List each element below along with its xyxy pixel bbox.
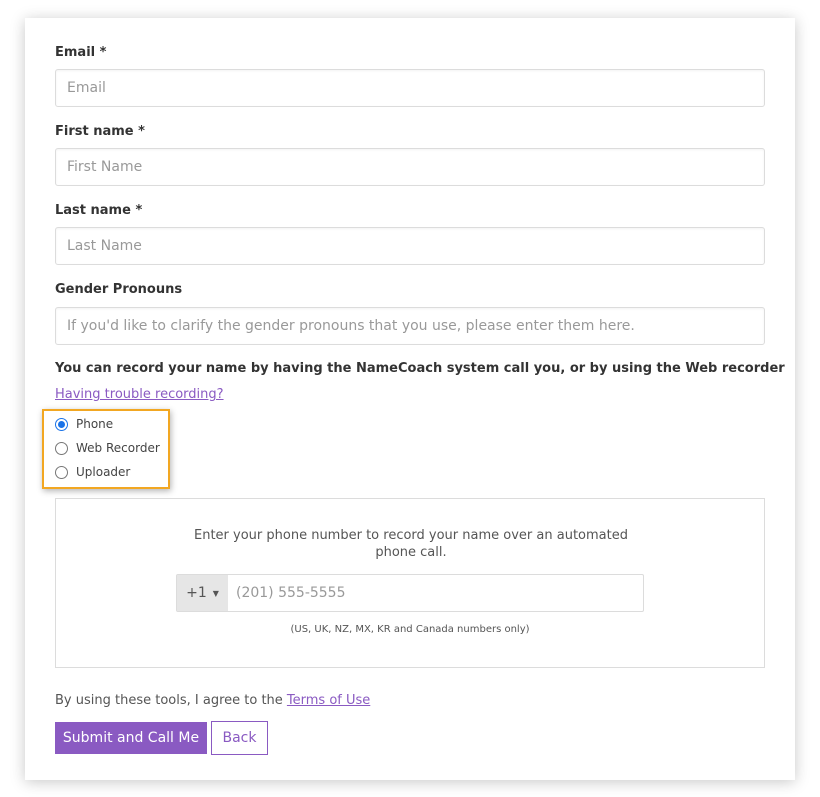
radio-unchecked-icon[interactable] (55, 465, 68, 479)
country-code-select[interactable]: +1 ▼ (177, 575, 228, 611)
back-button[interactable]: Back (211, 721, 268, 755)
record-instruction: You can record your name by having the N… (55, 361, 785, 376)
pronouns-input[interactable]: If you'd like to clarify the gender pron… (55, 307, 765, 345)
phone-panel: Enter your phone number to record your n… (55, 498, 765, 668)
agree-text: By using these tools, I agree to the (55, 693, 287, 708)
email-input[interactable]: Email (55, 69, 765, 107)
radio-uploader-label: Uploader (76, 465, 131, 479)
radio-web-recorder-label: Web Recorder (76, 441, 160, 455)
radio-uploader[interactable]: Uploader (55, 465, 130, 479)
country-code: +1 (186, 585, 207, 601)
form-card: Email * Email First name * First Name La… (25, 18, 795, 780)
phone-instruction: Enter your phone number to record your n… (194, 528, 628, 560)
terms-agreement: By using these tools, I agree to the Ter… (55, 693, 370, 708)
radio-checked-icon[interactable] (55, 417, 68, 431)
submit-and-call-button[interactable]: Submit and Call Me (55, 722, 207, 754)
radio-unchecked-icon[interactable] (55, 441, 68, 455)
pronouns-label: Gender Pronouns (55, 282, 183, 297)
trouble-link-text[interactable]: Having trouble recording? (55, 387, 224, 402)
first-name-label: First name * (55, 124, 145, 139)
last-name-label: Last name * (55, 203, 143, 218)
radio-web-recorder[interactable]: Web Recorder (55, 441, 160, 455)
trouble-link[interactable]: Having trouble recording? (55, 387, 224, 402)
phone-number-input[interactable]: (201) 555-5555 (228, 575, 643, 611)
last-name-input[interactable]: Last Name (55, 227, 765, 265)
radio-phone[interactable]: Phone (55, 417, 113, 431)
phone-input-group: +1 ▼ (201) 555-5555 (176, 574, 644, 612)
terms-of-use-link[interactable]: Terms of Use (287, 693, 370, 708)
first-name-input[interactable]: First Name (55, 148, 765, 186)
email-label: Email * (55, 45, 107, 60)
radio-phone-label: Phone (76, 417, 114, 431)
caret-down-icon: ▼ (212, 588, 219, 598)
phone-note: (US, UK, NZ, MX, KR and Canada numbers o… (290, 624, 530, 635)
